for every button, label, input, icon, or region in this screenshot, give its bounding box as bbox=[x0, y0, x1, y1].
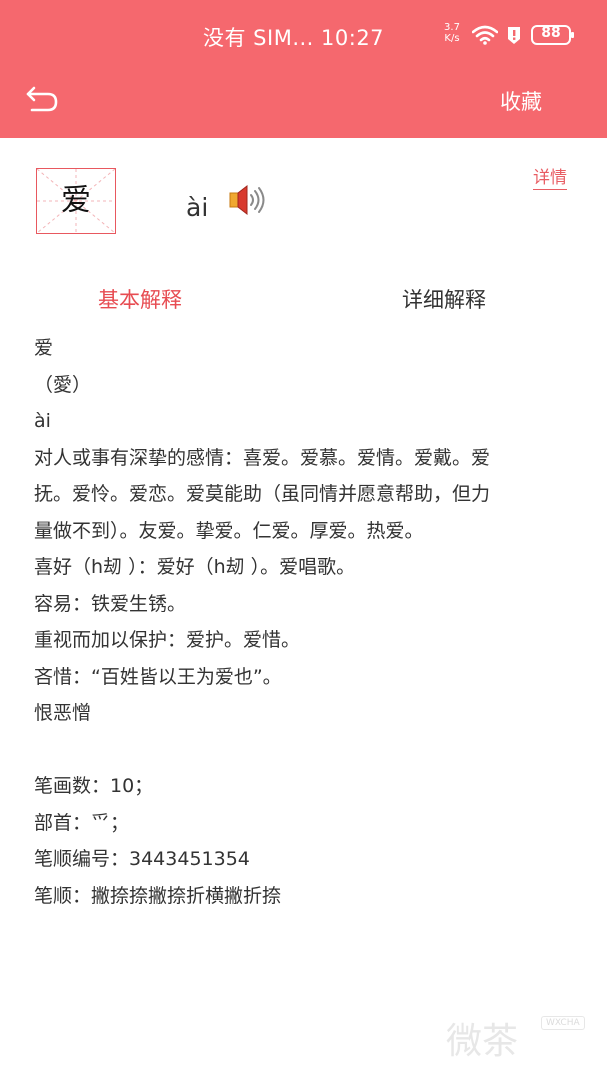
definition-line: 吝惜：“百姓皆以王为爱也”。 bbox=[34, 665, 282, 688]
tab-detailed-explanation[interactable]: 详细解释 bbox=[402, 284, 486, 314]
character-glyph: 爱 bbox=[61, 183, 91, 218]
watermark-tag: WXCHA bbox=[541, 1016, 585, 1030]
stroke-order: 笔顺：撇捺捺撇捺折横撇折捺 bbox=[34, 884, 282, 907]
network-speed-value: 3.7 bbox=[444, 22, 460, 33]
definition-line: 量做不到）。友爱。挚爱。仁爱。厚爱。热爱。 bbox=[34, 519, 424, 542]
watermark-text: 微茶 bbox=[446, 1021, 519, 1062]
definition-line: 喜好（h刼 ）：爱好（h刼 ）。爱唱歌。 bbox=[34, 556, 356, 578]
definition-line: 对人或事有深挚的感情：喜爱。爱慕。爱情。爱戴。爱 bbox=[34, 446, 491, 469]
wifi-icon bbox=[472, 25, 498, 45]
definition-content: 爱 （愛） ài 对人或事有深挚的感情：喜爱。爱慕。爱情。爱戴。爱 抚。爱怜。爱… bbox=[34, 330, 604, 914]
app-header: 没有 SIM... 10:27 3.7 K/s 88 收藏 bbox=[0, 0, 607, 138]
pinyin-text: ài bbox=[186, 193, 209, 222]
battery-level: 88 bbox=[541, 25, 561, 41]
watermark-logo: 微茶 WXCHA bbox=[446, 1010, 596, 1062]
back-arrow-icon[interactable] bbox=[24, 84, 62, 116]
tab-basic-explanation[interactable]: 基本解释 bbox=[98, 284, 182, 314]
stroke-count: 笔画数：10； bbox=[34, 775, 154, 797]
status-carrier-time: 没有 SIM... 10:27 bbox=[203, 26, 385, 50]
radical: 部首：爫； bbox=[34, 811, 130, 834]
network-speed-unit: K/s bbox=[444, 33, 460, 44]
definition-line: 抚。爱怜。爱恋。爱莫能助（虽同情并愿意帮助，但力 bbox=[34, 483, 491, 505]
status-bar: 没有 SIM... 10:27 3.7 K/s 88 bbox=[0, 18, 607, 52]
definition-line: （愛） bbox=[34, 373, 92, 396]
definition-line: ài bbox=[34, 410, 51, 432]
definition-line: 重视而加以保护：爱护。爱惜。 bbox=[34, 629, 301, 651]
battery-indicator: 88 bbox=[531, 24, 575, 46]
network-speed: 3.7 K/s bbox=[441, 22, 463, 44]
definition-line: 恨恶憎 bbox=[34, 702, 92, 724]
definition-line: 容易：铁爱生锈。 bbox=[34, 592, 187, 615]
notification-alert-icon bbox=[508, 27, 520, 44]
detail-link[interactable]: 详情 bbox=[533, 167, 567, 190]
character-grid-box: 爱 bbox=[36, 168, 116, 234]
stroke-code: 笔顺编号：3443451354 bbox=[34, 848, 250, 870]
speaker-icon[interactable] bbox=[227, 184, 269, 218]
favorite-button[interactable]: 收藏 bbox=[500, 86, 542, 116]
definition-line: 爱 bbox=[34, 337, 54, 359]
